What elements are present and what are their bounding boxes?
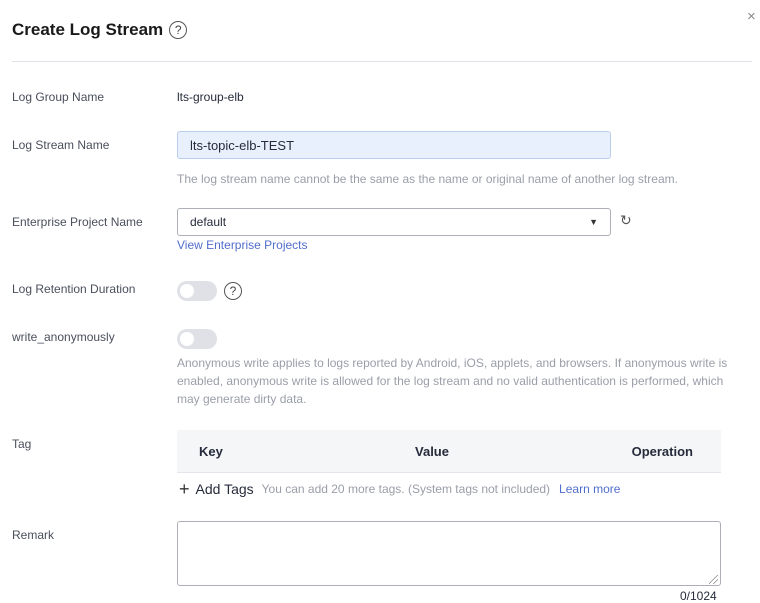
resize-grip-icon[interactable] — [709, 575, 718, 584]
tag-column-key: Key — [199, 443, 223, 459]
log-stream-name-label: Log Stream Name — [12, 138, 110, 152]
log-retention-label: Log Retention Duration — [12, 282, 136, 296]
add-tags-label: Add Tags — [195, 480, 254, 497]
refresh-icon[interactable]: ↻ — [620, 212, 632, 229]
tag-column-operation: Operation — [631, 443, 693, 459]
create-log-stream-dialog: Create Log Stream ? × Log Group Name lts… — [0, 0, 760, 603]
log-group-name-label: Log Group Name — [12, 90, 105, 104]
write-anonymously-hint: Anonymous write applies to logs reported… — [177, 356, 728, 406]
tag-column-value: Value — [415, 443, 449, 459]
log-retention-toggle[interactable] — [177, 281, 217, 301]
log-stream-name-hint: The log stream name cannot be the same a… — [177, 172, 678, 186]
tag-table: Key Value Operation + Add Tags You can a… — [177, 430, 721, 504]
log-group-name-value: lts-group-elb — [177, 90, 244, 104]
enterprise-project-select[interactable]: default ▼ — [177, 208, 611, 236]
tag-table-header: Key Value Operation — [177, 430, 721, 472]
log-stream-name-input[interactable] — [177, 131, 611, 159]
add-tags-button[interactable]: + Add Tags — [179, 480, 254, 498]
chevron-down-icon: ▼ — [589, 217, 598, 227]
tag-label: Tag — [12, 437, 32, 451]
view-enterprise-projects-link[interactable]: View Enterprise Projects — [177, 238, 308, 252]
write-anonymously-toggle[interactable] — [177, 329, 217, 349]
remark-char-counter: 0/1024 — [680, 589, 717, 603]
enterprise-project-label: Enterprise Project Name — [12, 215, 143, 229]
dialog-title: Create Log Stream — [12, 20, 164, 39]
write-anonymously-label: write_anonymously — [12, 330, 115, 344]
learn-more-link[interactable]: Learn more — [559, 482, 620, 496]
close-icon[interactable]: × — [747, 9, 756, 24]
header-divider — [12, 61, 752, 62]
plus-icon: + — [179, 478, 190, 499]
question-circle-icon[interactable]: ? — [169, 21, 188, 39]
question-circle-icon[interactable]: ? — [224, 282, 242, 300]
add-tags-hint: You can add 20 more tags. (System tags n… — [261, 481, 551, 496]
remark-textarea[interactable] — [177, 521, 721, 586]
remark-label: Remark — [12, 528, 55, 542]
enterprise-project-selected: default — [190, 215, 227, 229]
dialog-header: Create Log Stream ? — [12, 20, 188, 40]
tag-add-row: + Add Tags You can add 20 more tags. (Sy… — [177, 472, 721, 504]
